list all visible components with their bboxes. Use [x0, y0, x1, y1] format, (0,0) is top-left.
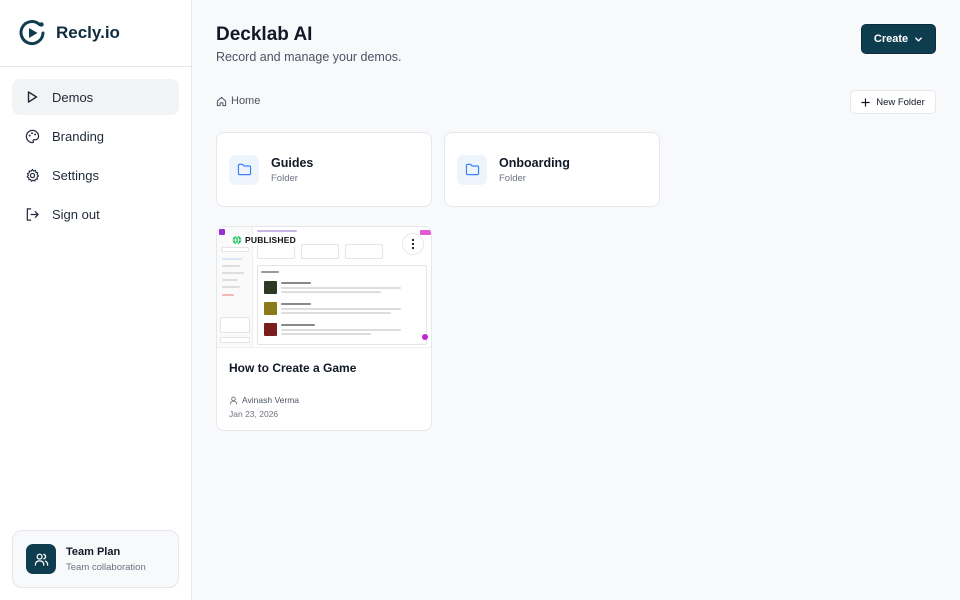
create-button[interactable]: Create [861, 24, 936, 54]
user-icon [229, 396, 238, 404]
home-icon[interactable] [216, 96, 227, 107]
demo-author: Avinash Verma [229, 395, 299, 405]
folder-card-guides[interactable]: Guides Folder [216, 132, 432, 207]
play-icon [24, 89, 40, 105]
brand-header: Recly.io [0, 0, 191, 67]
folder-type: Folder [271, 172, 298, 184]
gear-icon [24, 167, 40, 183]
more-vertical-icon [411, 238, 415, 250]
brand-name[interactable]: Recly.io [56, 23, 120, 43]
folder-card-onboarding[interactable]: Onboarding Folder [444, 132, 660, 207]
new-folder-label: New Folder [876, 96, 925, 108]
folder-icon [229, 154, 259, 185]
sidebar-nav: Demos Branding Settings Sign out [0, 67, 191, 232]
folder-name: Guides [271, 155, 314, 170]
plan-subtitle: Team collaboration [66, 561, 146, 573]
sidebar-item-demos[interactable]: Demos [12, 79, 179, 115]
sidebar-item-label: Demos [52, 89, 94, 105]
sidebar-item-label: Branding [52, 128, 105, 144]
demo-author-name: Avinash Verma [242, 395, 300, 405]
status-label: PUBLISHED [245, 235, 296, 245]
sidebar: Recly.io Demos Branding Settings Sign ou… [0, 0, 192, 600]
demo-date: Jan 23, 2026 [229, 409, 279, 419]
page-title: Decklab AI [216, 24, 313, 45]
status-badge: PUBLISHED [229, 234, 299, 246]
palette-icon [24, 128, 40, 144]
sidebar-item-sign-out[interactable]: Sign out [12, 196, 179, 232]
page-subtitle: Record and manage your demos. [216, 50, 402, 64]
more-options-button[interactable] [402, 233, 424, 255]
users-icon [26, 544, 56, 574]
sign-out-icon [24, 206, 40, 222]
chevron-down-icon [915, 36, 922, 42]
demo-card[interactable]: PUBLISHED How to Create a Game Avinash V… [216, 226, 432, 431]
folder-name: Onboarding [499, 155, 570, 170]
demo-title: How to Create a Game [229, 361, 357, 375]
sidebar-item-label: Settings [52, 167, 99, 183]
breadcrumb: Home [216, 95, 260, 107]
main-content: Decklab AI Record and manage your demos.… [192, 0, 960, 600]
new-folder-button[interactable]: New Folder [850, 90, 936, 114]
demo-thumbnail[interactable]: PUBLISHED [217, 227, 431, 348]
create-button-label: Create [873, 33, 909, 45]
sidebar-item-label: Sign out [52, 206, 100, 222]
plan-title: Team Plan [66, 545, 121, 558]
sidebar-item-branding[interactable]: Branding [12, 118, 179, 154]
brand-logo-icon[interactable] [17, 18, 47, 48]
team-plan-card[interactable]: Team Plan Team collaboration [12, 530, 179, 588]
folder-icon [457, 154, 487, 185]
sidebar-item-settings[interactable]: Settings [12, 157, 179, 193]
breadcrumb-home[interactable]: Home [231, 95, 260, 107]
plus-icon [861, 97, 870, 107]
folder-type: Folder [499, 172, 526, 184]
globe-icon [232, 235, 242, 245]
